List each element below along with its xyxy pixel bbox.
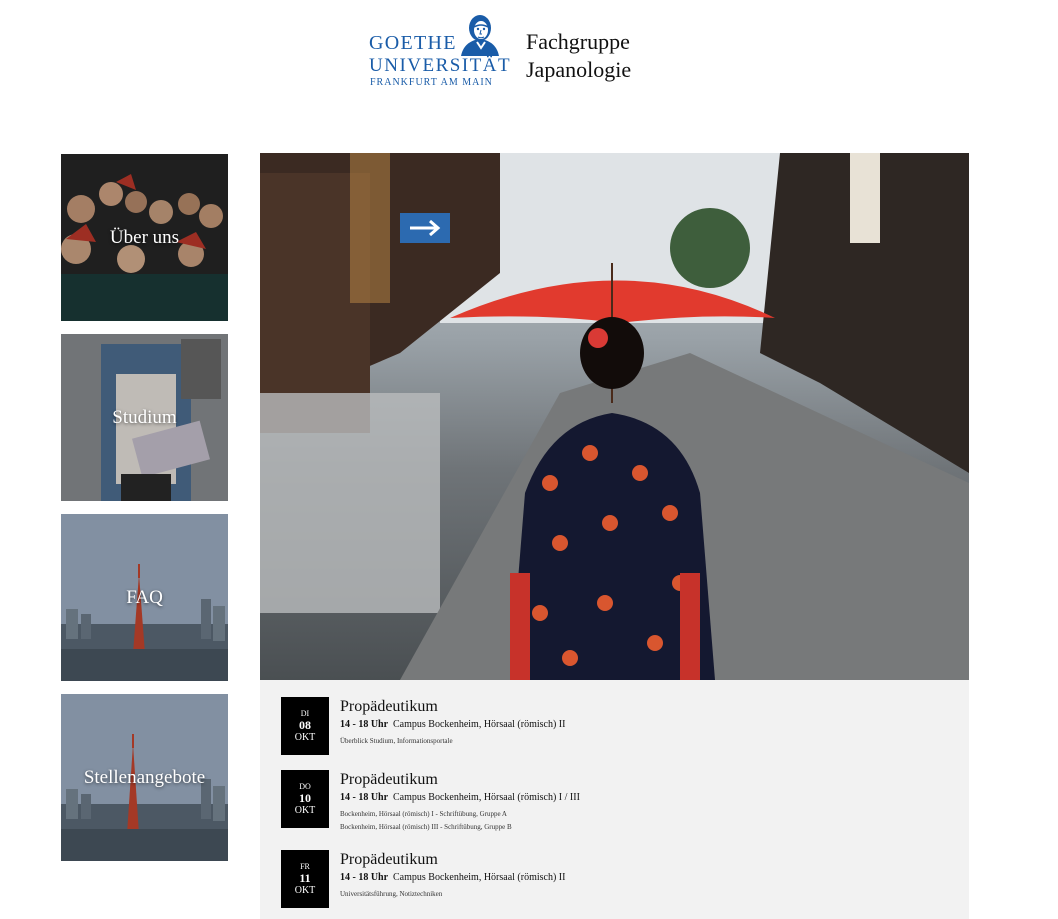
event-day: 08: [299, 717, 311, 732]
tile-ueber-uns[interactable]: Über uns: [61, 154, 228, 321]
tile-label-studium: Studium: [112, 406, 177, 428]
tile-studium[interactable]: Studium: [61, 334, 228, 501]
logo-text-universitaet: UNIVERSITÄT: [369, 55, 512, 76]
event-date-badge: DI 08 OKT: [281, 697, 329, 755]
event-date-badge: DO 10 OKT: [281, 770, 329, 828]
department-title-line2: Japanologie: [526, 57, 632, 82]
event-detail: Bockenheim, Hörsaal (römisch) III - Schr…: [340, 823, 512, 831]
tile-label-ueber-uns: Über uns: [109, 226, 180, 248]
event-title[interactable]: Propädeutikum: [340, 698, 438, 716]
event-time: 14 - 18 Uhr: [340, 872, 389, 883]
tile-faq[interactable]: FAQ: [61, 514, 228, 681]
event-detail: Universitätsführung, Notiztechniken: [340, 890, 443, 898]
university-logo[interactable]: GOETHE UNIVERSITÄT FRANKFURT AM MAIN: [369, 12, 512, 88]
hero-image-geisha-street: [260, 153, 969, 680]
event-month: OKT: [294, 884, 316, 896]
tile-label-stellenangebote: Stellenangebote: [83, 766, 206, 788]
logo-text-frankfurt: FRANKFURT AM MAIN: [370, 77, 493, 88]
event-day: 11: [299, 870, 311, 885]
event-date-badge: FR 11 OKT: [281, 850, 329, 908]
goethe-portrait-icon: [461, 15, 499, 56]
event-location: Campus Bockenheim, Hörsaal (römisch) I /…: [393, 792, 580, 803]
event-weekday: DI: [300, 708, 310, 718]
tile-label-faq: FAQ: [126, 586, 163, 608]
logo-text-goethe: GOETHE: [369, 32, 457, 54]
event-month: OKT: [294, 804, 316, 816]
event-weekday: FR: [300, 861, 310, 871]
event-title[interactable]: Propädeutikum: [340, 851, 438, 869]
events-list: DI 08 OKT Propädeutikum 14 - 18 Uhr Camp…: [260, 680, 969, 919]
event-month: OKT: [294, 731, 316, 743]
event-item[interactable]: FR 11 OKT Propädeutikum 14 - 18 Uhr Camp…: [281, 850, 941, 910]
event-detail: Überblick Studium, Informationsportale: [340, 737, 453, 745]
event-time: 14 - 18 Uhr: [340, 719, 389, 730]
event-title[interactable]: Propädeutikum: [340, 771, 438, 789]
department-title-line1: Fachgruppe: [526, 29, 630, 54]
event-item[interactable]: DI 08 OKT Propädeutikum 14 - 18 Uhr Camp…: [281, 697, 941, 757]
department-title: Fachgruppe Japanologie: [526, 28, 631, 84]
tile-stellenangebote[interactable]: Stellenangebote: [61, 694, 228, 861]
event-day: 10: [299, 790, 311, 805]
event-weekday: DO: [299, 781, 311, 791]
hero-illustration: [260, 153, 969, 680]
event-detail: Bockenheim, Hörsaal (römisch) I - Schrif…: [340, 810, 507, 818]
event-time: 14 - 18 Uhr: [340, 792, 389, 803]
event-item[interactable]: DO 10 OKT Propädeutikum 14 - 18 Uhr Camp…: [281, 770, 941, 831]
event-location: Campus Bockenheim, Hörsaal (römisch) II: [393, 719, 566, 730]
event-location: Campus Bockenheim, Hörsaal (römisch) II: [393, 872, 566, 883]
